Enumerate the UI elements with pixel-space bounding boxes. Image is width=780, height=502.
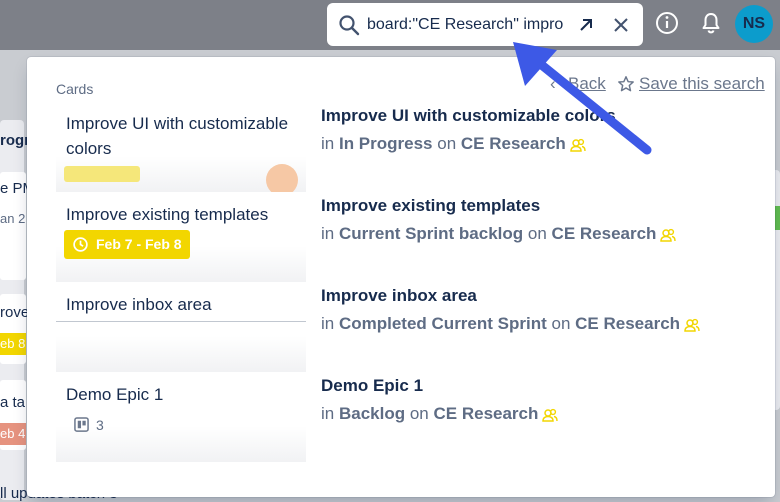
card-thumbnail[interactable]: Improve inbox area	[56, 282, 306, 372]
card-thumbnail-title: Demo Epic 1	[66, 385, 164, 404]
result-title[interactable]: Improve inbox area	[321, 286, 700, 306]
card-thumbnail-title: Improve UI with customizable colors	[66, 111, 288, 161]
result-on-text: on	[409, 404, 429, 423]
search-result[interactable]: Demo Epic 1 in Backlog on CE Research	[321, 376, 559, 424]
card-thumbnail[interactable]: Improve UI with customizable colors	[56, 102, 306, 192]
result-in-text: in	[321, 134, 335, 153]
result-board-name[interactable]: CE Research	[552, 224, 657, 243]
background-card-text: a ta	[0, 394, 26, 411]
result-location: in Current Sprint backlog on CE Research	[321, 224, 677, 244]
result-list-name[interactable]: Completed Current Sprint	[339, 314, 547, 333]
background-card-text: rove	[0, 304, 30, 321]
open-search-page-icon[interactable]	[576, 15, 596, 35]
result-list-name[interactable]: Backlog	[339, 404, 405, 423]
annotation-arrow-icon	[513, 42, 652, 155]
background-label: eb 8	[0, 333, 26, 355]
team-icon	[660, 228, 677, 242]
search-result[interactable]: Improve existing templates in Current Sp…	[321, 196, 677, 244]
info-icon[interactable]	[654, 10, 680, 36]
card-thumbnail[interactable]: Demo Epic 1 3	[56, 372, 306, 462]
result-board-name[interactable]: CE Research	[434, 404, 539, 423]
cards-section-label: Cards	[56, 81, 94, 97]
background-list-header: rogr	[0, 132, 30, 149]
close-search-icon[interactable]	[611, 15, 631, 35]
card-label-yellow	[64, 166, 140, 182]
result-on-text: on	[437, 134, 457, 153]
search-result[interactable]: Improve inbox area in Completed Current …	[321, 286, 700, 334]
result-board-name[interactable]: CE Research	[575, 314, 680, 333]
background-card-text: an 2	[0, 211, 26, 226]
avatar[interactable]: NS	[735, 5, 773, 43]
result-title[interactable]: Improve existing templates	[321, 196, 676, 216]
card-cover-image	[266, 164, 298, 192]
background-label: eb 4	[0, 423, 26, 445]
search-input[interactable]	[367, 12, 563, 38]
due-date-badge: Feb 7 - Feb 8	[64, 230, 190, 259]
clock-icon	[73, 237, 88, 252]
result-list-name[interactable]: In Progress	[339, 134, 433, 153]
checklist-count: 3	[96, 417, 104, 433]
result-list-name[interactable]: Current Sprint backlog	[339, 224, 523, 243]
result-location: in Backlog on CE Research	[321, 404, 559, 424]
notification-bell-icon[interactable]	[698, 10, 724, 36]
card-divider	[56, 321, 306, 322]
result-on-text: on	[551, 314, 571, 333]
result-in-text: in	[321, 224, 335, 243]
team-icon	[542, 408, 559, 422]
card-title-line: colors	[66, 139, 112, 158]
team-icon	[684, 318, 700, 332]
search-icon	[339, 15, 360, 36]
result-title[interactable]: Demo Epic 1	[321, 376, 558, 396]
result-in-text: in	[321, 404, 335, 423]
result-in-text: in	[321, 314, 335, 333]
card-thumbnail-title: Improve inbox area	[66, 295, 212, 314]
due-date-text: Feb 7 - Feb 8	[96, 236, 182, 252]
result-location: in Completed Current Sprint on CE Resear…	[321, 314, 700, 334]
checklist-icon	[74, 417, 89, 432]
card-thumbnail-title: Improve existing templates	[66, 205, 269, 224]
card-title-line: Improve UI with customizable	[66, 114, 289, 133]
result-on-text: on	[527, 224, 547, 243]
